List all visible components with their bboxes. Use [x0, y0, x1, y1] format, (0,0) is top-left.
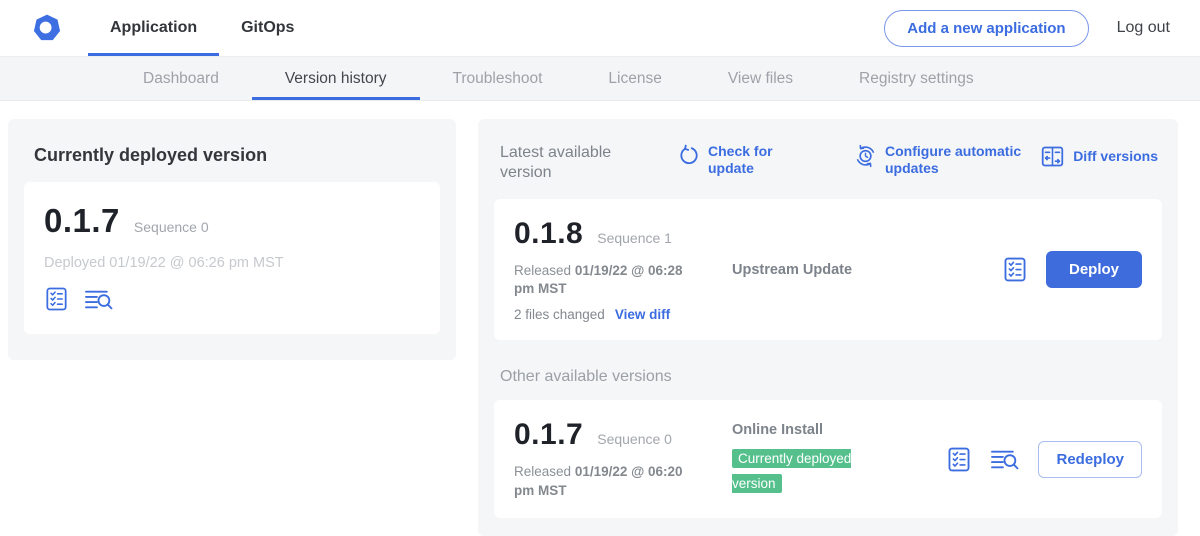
- currently-deployed-panel: Currently deployed version 0.1.7 Sequenc…: [8, 119, 456, 360]
- available-panel-header: Latest available version Check for updat…: [494, 135, 1162, 183]
- latest-version-number: 0.1.8: [514, 217, 583, 251]
- diff-versions-label: Diff versions: [1073, 148, 1158, 165]
- configure-updates-link[interactable]: Configure automatic updates: [854, 143, 1037, 177]
- diff-icon: [1040, 144, 1065, 169]
- latest-version-actions: Deploy: [1002, 251, 1142, 288]
- other-version-sequence: Sequence 0: [597, 431, 672, 447]
- app-logo-icon: [32, 13, 62, 43]
- latest-released-date: Released 01/19/22 @ 06:28 pm MST: [514, 262, 704, 298]
- source-label: Online Install: [732, 422, 946, 438]
- other-versions-title: Other available versions: [500, 368, 1162, 386]
- deployed-version-card: 0.1.7 Sequence 0 Deployed 01/19/22 @ 06:…: [24, 182, 440, 334]
- available-panel-title: Latest available version: [500, 143, 652, 183]
- deployed-version-sequence: Sequence 0: [134, 219, 209, 235]
- available-panel-actions: Check for update Configure automatic upd…: [652, 143, 1158, 177]
- preflight-checks-icon[interactable]: [1002, 256, 1028, 283]
- logout-link[interactable]: Log out: [1117, 19, 1170, 37]
- latest-version-info: 0.1.8 Sequence 1 Released 01/19/22 @ 06:…: [514, 217, 714, 322]
- other-released-date: Released 01/19/22 @ 06:20 pm MST: [514, 463, 704, 499]
- currently-deployed-badge: Currently deployed version: [732, 449, 851, 493]
- released-label: Released: [514, 464, 571, 479]
- deploy-logs-icon[interactable]: [84, 287, 114, 312]
- diff-versions-link[interactable]: Diff versions: [1040, 143, 1158, 169]
- app-logo[interactable]: [32, 0, 62, 56]
- subnav-registry-settings[interactable]: Registry settings: [826, 57, 1007, 100]
- header-right: Add a new application Log out: [884, 0, 1170, 56]
- add-application-button[interactable]: Add a new application: [884, 10, 1088, 47]
- other-version-card: 0.1.7 Sequence 0 Released 01/19/22 @ 06:…: [494, 400, 1162, 517]
- deployed-badge-wrap: Currently deployed version: [732, 447, 880, 497]
- tab-application[interactable]: Application: [88, 0, 219, 56]
- tab-gitops[interactable]: GitOps: [219, 0, 316, 56]
- subnav-troubleshoot[interactable]: Troubleshoot: [420, 57, 576, 100]
- app-subnav: Dashboard Version history Troubleshoot L…: [0, 57, 1200, 101]
- redeploy-button[interactable]: Redeploy: [1038, 441, 1142, 478]
- other-version-source: Online Install Currently deployed versio…: [714, 422, 946, 497]
- schedule-update-icon: [854, 144, 877, 168]
- view-diff-link[interactable]: View diff: [615, 307, 670, 322]
- subnav-dashboard[interactable]: Dashboard: [110, 57, 252, 100]
- released-label: Released: [514, 263, 571, 278]
- preflight-checks-icon[interactable]: [44, 286, 69, 312]
- other-version-number: 0.1.7: [514, 418, 583, 452]
- deployed-version-number: 0.1.7: [44, 202, 120, 240]
- files-changed-label: 2 files changed: [514, 307, 605, 322]
- other-version-info: 0.1.7 Sequence 0 Released 01/19/22 @ 06:…: [514, 418, 714, 499]
- subnav-view-files[interactable]: View files: [695, 57, 826, 100]
- subnav-license[interactable]: License: [575, 57, 694, 100]
- deploy-logs-icon[interactable]: [990, 447, 1020, 472]
- primary-tabs: Application GitOps: [88, 0, 316, 56]
- latest-version-sequence: Sequence 1: [597, 230, 672, 246]
- deployed-panel-title: Currently deployed version: [34, 145, 440, 166]
- latest-version-source: Upstream Update: [714, 262, 1002, 278]
- available-versions-panel: Latest available version Check for updat…: [478, 119, 1178, 536]
- other-version-actions: Redeploy: [946, 441, 1142, 478]
- tab-application-label: Application: [110, 19, 197, 37]
- tab-gitops-label: GitOps: [241, 19, 294, 37]
- deployed-version-date: Deployed 01/19/22 @ 06:26 pm MST: [44, 255, 420, 271]
- source-label: Upstream Update: [732, 262, 1002, 278]
- refresh-icon: [678, 144, 700, 167]
- subnav-version-history[interactable]: Version history: [252, 57, 420, 100]
- main-content: Currently deployed version 0.1.7 Sequenc…: [0, 101, 1200, 536]
- configure-updates-label: Configure automatic updates: [885, 143, 1037, 177]
- check-for-update-link[interactable]: Check for update: [678, 143, 800, 177]
- preflight-checks-icon[interactable]: [946, 446, 972, 473]
- latest-version-card: 0.1.8 Sequence 1 Released 01/19/22 @ 06:…: [494, 199, 1162, 340]
- check-for-update-label: Check for update: [708, 143, 800, 177]
- top-header: Application GitOps Add a new application…: [0, 0, 1200, 57]
- deploy-button[interactable]: Deploy: [1046, 251, 1142, 288]
